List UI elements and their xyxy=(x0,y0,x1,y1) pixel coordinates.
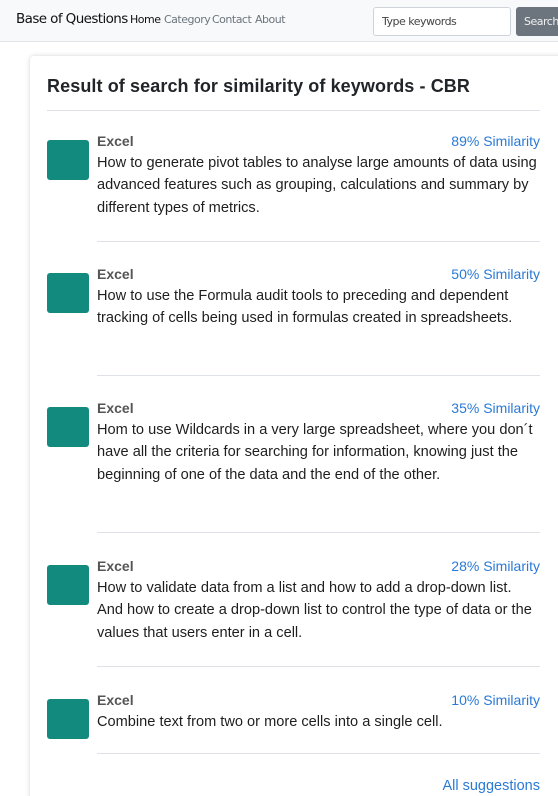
result-question: How to use the Formula audit tools to pr… xyxy=(97,288,513,327)
result-thumbnail[interactable] xyxy=(47,407,89,447)
result-category: Excel xyxy=(97,266,134,282)
navbar: Base of Questions Home Category Contact … xyxy=(0,0,558,42)
nav-about[interactable]: About xyxy=(255,13,286,26)
result-divider xyxy=(97,375,540,376)
result-category: Excel xyxy=(97,558,134,574)
result-divider xyxy=(97,532,540,533)
search-input[interactable] xyxy=(373,7,511,36)
similarity-link[interactable]: 10% Similarity xyxy=(451,692,540,708)
result-category: Excel xyxy=(97,400,134,416)
result-thumbnail[interactable] xyxy=(47,140,89,180)
result-thumbnail[interactable] xyxy=(47,273,89,313)
result-divider xyxy=(97,753,540,754)
nav-category[interactable]: Category xyxy=(164,13,211,26)
similarity-link[interactable]: 89% Similarity xyxy=(451,133,540,149)
result-category: Excel xyxy=(97,133,134,149)
similarity-link[interactable]: 28% Similarity xyxy=(451,558,540,574)
similarity-link[interactable]: 35% Similarity xyxy=(451,400,540,416)
result-divider xyxy=(97,666,540,667)
result-question: Hom to use Wildcards in a very large spr… xyxy=(97,422,533,483)
search-button[interactable]: Search xyxy=(516,7,558,36)
title-divider xyxy=(47,110,540,111)
page-title: Result of search for similarity of keywo… xyxy=(47,76,471,96)
result-question: Combine text from two or more cells into… xyxy=(97,714,443,730)
nav-home[interactable]: Home xyxy=(130,13,161,26)
result-thumbnail[interactable] xyxy=(47,565,89,605)
all-suggestions-link[interactable]: All suggestions xyxy=(442,778,540,794)
brand-logo[interactable]: Base of Questions xyxy=(16,11,128,27)
result-thumbnail[interactable] xyxy=(47,699,89,739)
result-category: Excel xyxy=(97,692,134,708)
result-question: How to validate data from a list and how… xyxy=(97,580,532,641)
nav-contact[interactable]: Contact xyxy=(212,13,252,26)
similarity-link[interactable]: 50% Similarity xyxy=(451,266,540,282)
result-divider xyxy=(97,241,540,242)
result-question: How to generate pivot tables to analyse … xyxy=(97,155,537,216)
